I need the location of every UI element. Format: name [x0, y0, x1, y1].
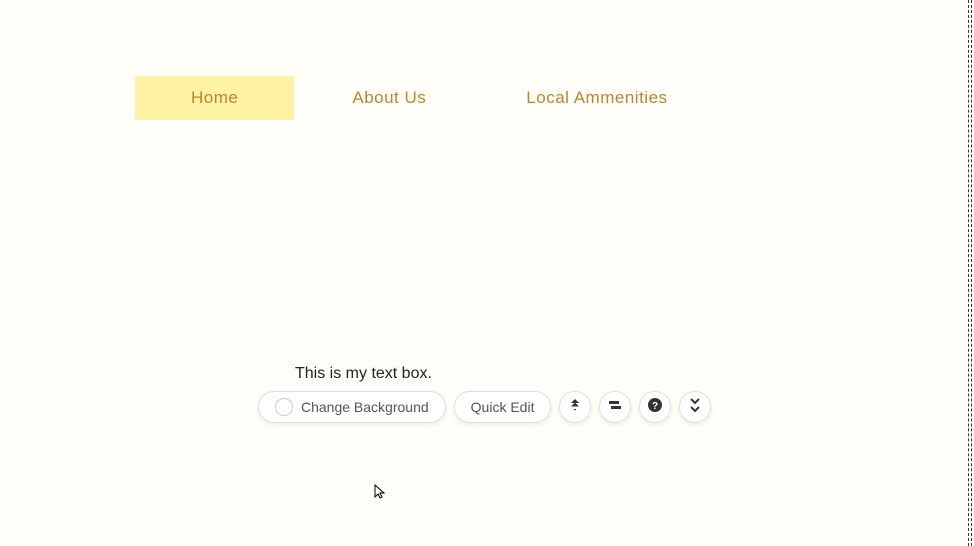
main-nav: Home About Us Local Ammenities	[135, 76, 700, 120]
nav-item-label: About Us	[352, 88, 426, 107]
change-background-button[interactable]: Change Background	[258, 391, 446, 423]
text-box[interactable]: This is my text box.	[295, 365, 432, 383]
nav-item-label: Home	[191, 88, 238, 107]
zigzag-icon	[687, 397, 703, 418]
nav-item-label: Local Ammenities	[526, 88, 667, 107]
animation-button[interactable]	[679, 391, 711, 423]
scroll-effects-button[interactable]	[559, 391, 591, 423]
color-swatch-icon	[275, 398, 293, 416]
chevron-up-double-icon	[567, 397, 583, 418]
change-background-label: Change Background	[301, 399, 429, 415]
nav-about[interactable]: About Us	[312, 76, 466, 120]
quick-edit-label: Quick Edit	[471, 399, 535, 415]
strip-toolbar: Change Background Quick Edit ?	[258, 391, 711, 423]
help-button[interactable]: ?	[639, 391, 671, 423]
mouse-cursor-icon	[373, 483, 389, 499]
stretch-button[interactable]	[599, 391, 631, 423]
help-icon: ?	[647, 397, 663, 418]
nav-local-amenities[interactable]: Local Ammenities	[494, 76, 699, 120]
stretch-icon	[607, 397, 623, 418]
svg-text:?: ?	[652, 401, 658, 412]
nav-home[interactable]: Home	[135, 76, 294, 120]
text-box-content: This is my text box.	[295, 365, 432, 382]
right-panel-edge	[968, 0, 972, 546]
quick-edit-button[interactable]: Quick Edit	[454, 391, 552, 423]
